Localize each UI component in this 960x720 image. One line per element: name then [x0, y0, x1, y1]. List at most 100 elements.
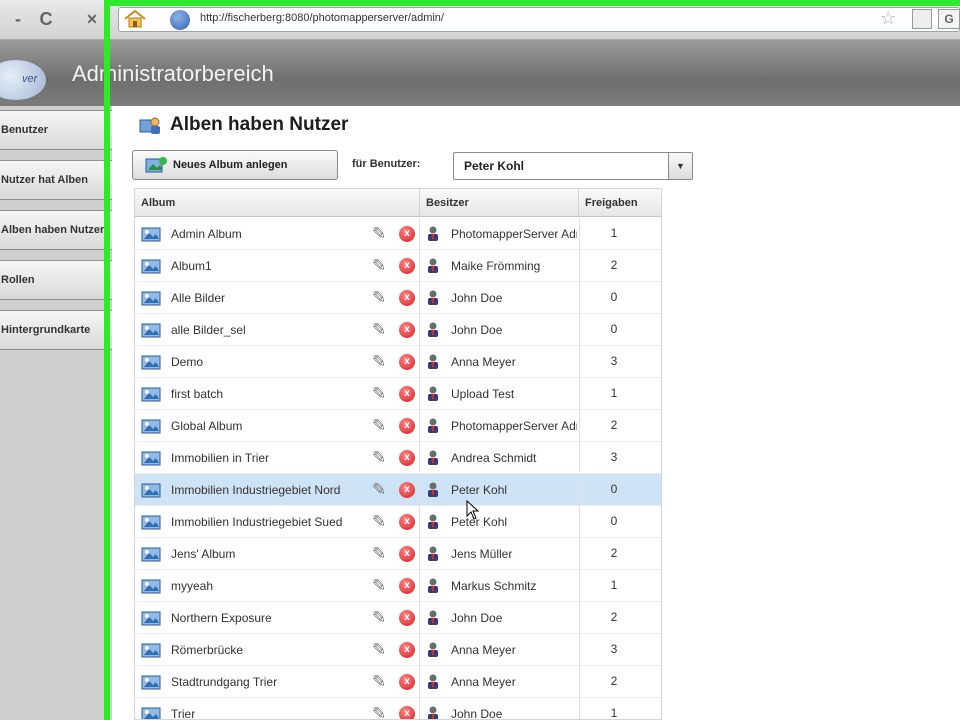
shares-count: 3: [610, 642, 618, 656]
album-icon: [141, 259, 161, 274]
table-row[interactable]: Trier ✎ x John Doe 1: [135, 698, 661, 720]
delete-icon[interactable]: x: [399, 578, 415, 594]
delete-icon[interactable]: x: [399, 450, 415, 466]
album-icon: [141, 227, 161, 242]
table-row[interactable]: Demo ✎ x Anna Meyer 3: [135, 346, 661, 378]
delete-icon[interactable]: x: [399, 354, 415, 370]
user-icon: [428, 514, 438, 529]
edit-pencil-icon[interactable]: ✎: [372, 672, 386, 692]
shares-count: 3: [610, 450, 618, 464]
album-icon: [141, 611, 161, 626]
table-row[interactable]: Immobilien Industriegebiet Sued ✎ x Peter K…: [135, 506, 661, 538]
shares-count: 2: [610, 546, 618, 560]
delete-icon[interactable]: x: [399, 258, 415, 274]
column-header-shares[interactable]: Freigaben: [579, 189, 661, 217]
page-menu-icon[interactable]: [912, 9, 932, 29]
table-row[interactable]: alle Bilder_sel ✎ x John Doe 0: [135, 314, 661, 346]
edit-pencil-icon[interactable]: ✎: [372, 480, 386, 500]
column-divider: [419, 698, 420, 719]
bookmark-star-icon[interactable]: ☆: [880, 8, 896, 29]
edit-pencil-icon[interactable]: ✎: [372, 416, 386, 436]
shares-count: 2: [610, 258, 618, 272]
album-icon: [141, 291, 161, 306]
edit-pencil-icon[interactable]: ✎: [372, 384, 386, 404]
edit-pencil-icon[interactable]: ✎: [372, 608, 386, 628]
panel-title: Alben haben Nutzer: [170, 114, 349, 135]
delete-icon[interactable]: x: [399, 418, 415, 434]
edit-pencil-icon[interactable]: ✎: [372, 320, 386, 340]
edit-pencil-icon[interactable]: ✎: [372, 448, 386, 468]
table-row[interactable]: first batch ✎ x Upload Test 1: [135, 378, 661, 410]
owner-name: Andrea Schmidt: [451, 451, 537, 465]
album-name: Album1: [171, 259, 212, 273]
edit-pencil-icon[interactable]: ✎: [372, 352, 386, 372]
column-divider: [419, 250, 420, 282]
delete-icon[interactable]: x: [399, 674, 415, 690]
album-name: Global Album: [171, 419, 243, 433]
delete-icon[interactable]: x: [399, 546, 415, 562]
table-row[interactable]: Admin Album ✎ x PhotomapperServer Admin 1: [135, 218, 661, 250]
edit-pencil-icon[interactable]: ✎: [372, 512, 386, 532]
column-divider: [419, 506, 420, 538]
edit-pencil-icon[interactable]: ✎: [372, 256, 386, 276]
albums-grid: Album Besitzer Freigaben Admin Album ✎ x Ph…: [134, 188, 662, 720]
highlight-frame-top: [108, 0, 960, 6]
album-name: Trier: [171, 707, 196, 720]
delete-icon[interactable]: x: [399, 706, 415, 719]
delete-icon[interactable]: x: [399, 482, 415, 498]
albums-users-icon: [139, 117, 160, 134]
table-row[interactable]: myyeah ✎ x Markus Schmitz 1: [135, 570, 661, 602]
column-header-owner[interactable]: Besitzer: [420, 189, 579, 217]
edit-pencil-icon[interactable]: ✎: [372, 224, 386, 244]
album-icon: [141, 515, 161, 530]
user-icon: [428, 290, 438, 305]
delete-icon[interactable]: x: [399, 642, 415, 658]
user-icon: [428, 546, 438, 561]
owner-name: John Doe: [451, 323, 503, 337]
owner-name: Maike Frömming: [451, 259, 541, 273]
user-select[interactable]: Peter Kohl ▼: [453, 152, 693, 180]
shares-count: 0: [610, 514, 618, 528]
reload-icon[interactable]: C: [34, 8, 58, 30]
google-icon[interactable]: G: [938, 9, 960, 29]
owner-name: John Doe: [451, 291, 503, 305]
delete-icon[interactable]: x: [399, 386, 415, 402]
owner-name: John Doe: [451, 707, 503, 720]
home-icon[interactable]: [122, 8, 148, 30]
column-header-album[interactable]: Album: [135, 189, 420, 217]
album-icon: [141, 419, 161, 434]
edit-pencil-icon[interactable]: ✎: [372, 640, 386, 660]
chevron-down-icon[interactable]: ▼: [668, 153, 692, 179]
delete-icon[interactable]: x: [399, 290, 415, 306]
table-row[interactable]: Global Album ✎ x PhotomapperServer Admin 2: [135, 410, 661, 442]
edit-pencil-icon[interactable]: ✎: [372, 704, 386, 719]
grid-header: Album Besitzer Freigaben: [135, 189, 661, 217]
shares-count: 1: [610, 386, 618, 400]
table-row[interactable]: Immobilien in Trier ✎ x Andrea Schmidt 3: [135, 442, 661, 474]
stop-icon[interactable]: ✕: [80, 8, 104, 30]
edit-pencil-icon[interactable]: ✎: [372, 544, 386, 564]
edit-pencil-icon[interactable]: ✎: [372, 576, 386, 596]
user-icon: [428, 482, 438, 497]
delete-icon[interactable]: x: [399, 514, 415, 530]
delete-icon[interactable]: x: [399, 322, 415, 338]
user-icon: [428, 354, 438, 369]
shares-count: 1: [610, 706, 618, 720]
edit-pencil-icon[interactable]: ✎: [372, 288, 386, 308]
album-name: Demo: [171, 355, 204, 369]
table-row[interactable]: Immobilien Industriegebiet Nord ✎ x Peter K…: [135, 474, 661, 506]
new-album-button[interactable]: Neues Album anlegen: [132, 150, 338, 180]
column-divider: [419, 346, 420, 378]
album-name: Römerbrücke: [171, 643, 244, 657]
url-text[interactable]: http://fischerberg:8080/photomapperserve…: [200, 12, 444, 24]
table-row[interactable]: Stadtrundgang Trier ✎ x Anna Meyer 2: [135, 666, 661, 698]
table-row[interactable]: Alle Bilder ✎ x John Doe 0: [135, 282, 661, 314]
table-row[interactable]: Album1 ✎ x Maike Frömming 2: [135, 250, 661, 282]
back-icon[interactable]: -: [6, 8, 30, 30]
shares-count: 0: [610, 482, 618, 496]
delete-icon[interactable]: x: [399, 226, 415, 242]
delete-icon[interactable]: x: [399, 610, 415, 626]
table-row[interactable]: Römerbrücke ✎ x Anna Meyer 3: [135, 634, 661, 666]
table-row[interactable]: Jens' Album ✎ x Jens Müller 2: [135, 538, 661, 570]
table-row[interactable]: Northern Exposure ✎ x John Doe 2: [135, 602, 661, 634]
